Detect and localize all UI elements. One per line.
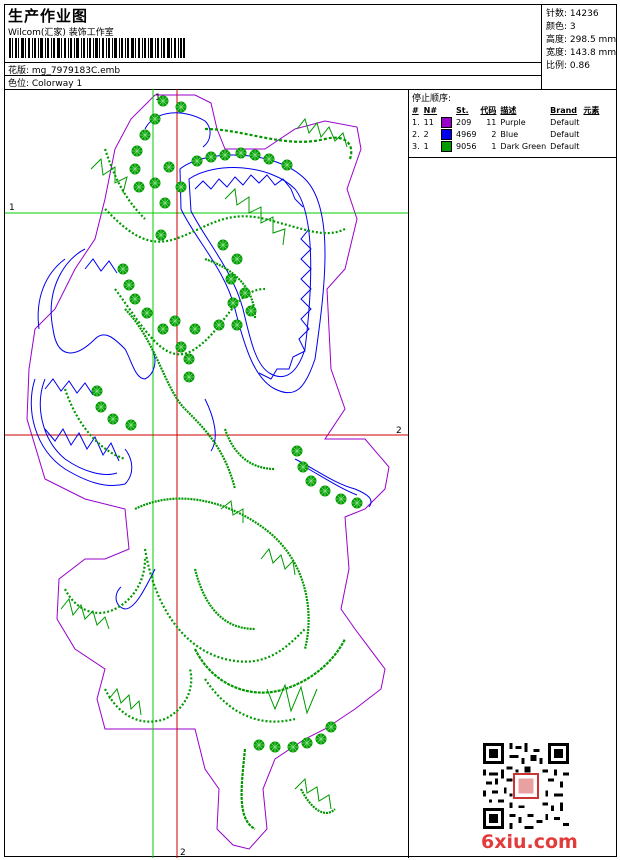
legend-header-row: # N# St. 代码 描述 Brand 元素 (411, 104, 602, 116)
stats-panel: 针数: 14236 颜色: 3 高度: 298.5 mm 宽度: 143.8 m… (541, 5, 617, 89)
blue-outline-group (30, 112, 372, 610)
legend-divider (409, 157, 617, 158)
legend-row: 1. 11 209 11 Purple Default (412, 116, 580, 128)
barcode (9, 38, 185, 58)
embroidery-design: 1 1 2 2 (5, 89, 408, 858)
legend-header-brand: Brand (550, 105, 578, 115)
page-title: 生产作业图 (8, 7, 89, 25)
guide-h2-label: 2 (396, 426, 402, 436)
qr-code (483, 743, 569, 829)
legend-header-n: N# (423, 105, 438, 115)
legend-row: 2. 2 4969 2 Blue Default (412, 128, 580, 140)
legend-header-stitches: St. (456, 105, 469, 115)
watermark-logo: 6xiu.com (481, 831, 578, 853)
legend-row: 3. 1 9056 1 Dark Green Default (412, 140, 580, 152)
legend-header-index: # (412, 105, 419, 115)
stat-colors: 颜色: 3 (546, 22, 576, 32)
legend-header-element: 元素 (583, 105, 600, 115)
swatch-purple (441, 116, 453, 128)
guide-v2-label: 2 (180, 848, 186, 858)
stat-scale: 比例: 0.86 (546, 61, 590, 71)
stat-height: 高度: 298.5 mm (546, 35, 617, 45)
studio-name: Wilcom(汇家) 装饰工作室 (8, 28, 114, 38)
legend-header-desc: 描述 (500, 105, 517, 115)
legend-caption: 停止顺序: (412, 94, 452, 104)
guide-h1-label: 1 (9, 203, 15, 213)
swatch-dark-green (441, 140, 453, 152)
legend-header-code: 代码 (480, 105, 497, 115)
production-sheet: 生产作业图 Wilcom(汇家) 装饰工作室 花版: mg_7979183C.e… (4, 4, 617, 858)
stat-width: 宽度: 143.8 mm (546, 48, 617, 58)
swatch-blue (441, 128, 453, 140)
header-divider-2 (5, 75, 541, 76)
green-dot-group (91, 95, 363, 753)
colorway-name: 色位: Colorway 1 (8, 79, 83, 89)
purple-outline (26, 94, 390, 850)
header-left: 生产作业图 Wilcom(汇家) 装饰工作室 花版: mg_7979183C.e… (5, 5, 541, 89)
stat-stitches: 针数: 14236 (546, 9, 599, 19)
legend-table: # N# St. 代码 描述 Brand 元素 1. 11 209 11 Purpl… (411, 104, 602, 152)
design-preview: 1 1 2 2 (5, 89, 409, 858)
